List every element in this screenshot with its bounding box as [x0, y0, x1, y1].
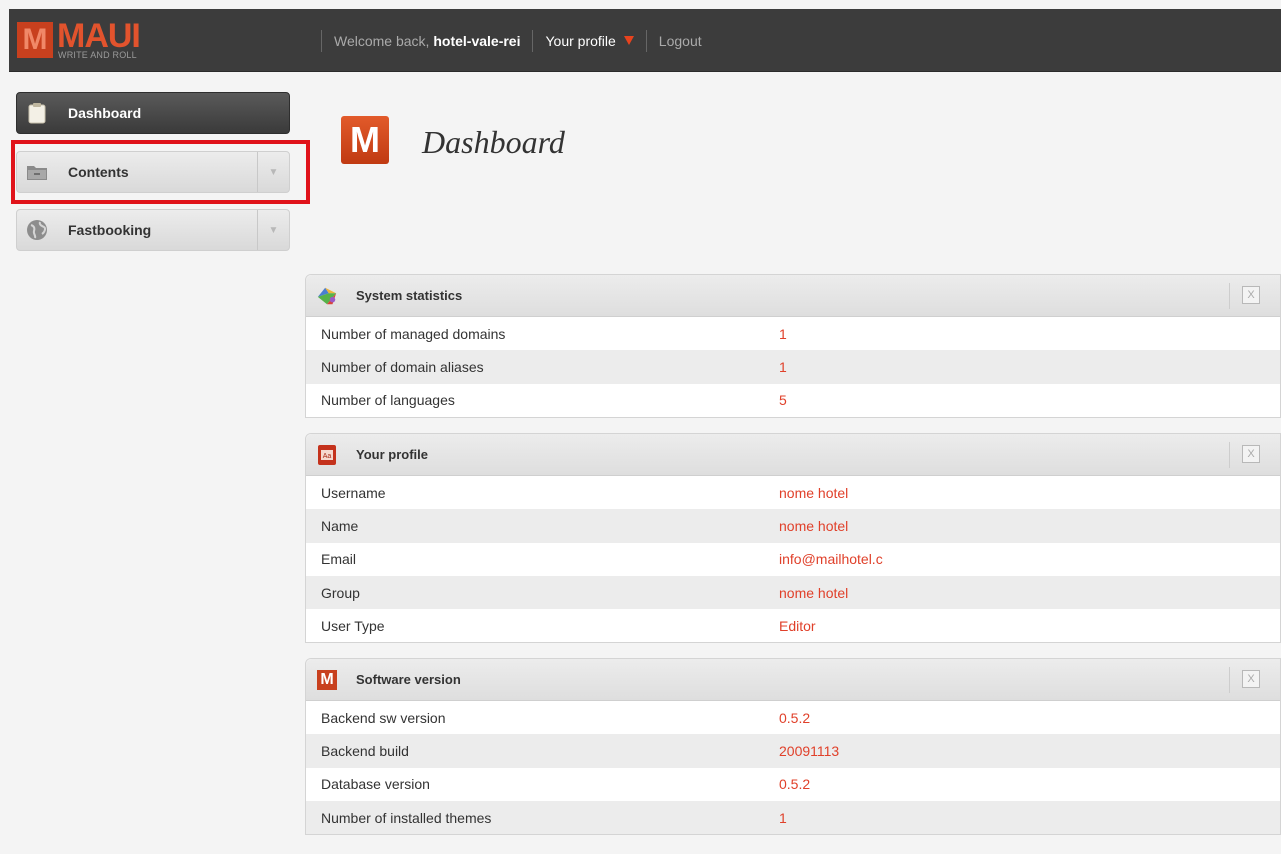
- icon-glyph: Aa: [323, 453, 332, 460]
- dropdown-triangle-icon: [623, 36, 634, 45]
- panel-title: Software version: [356, 672, 461, 687]
- row-value: 1: [779, 358, 787, 375]
- row-value: nome hotel: [779, 584, 849, 601]
- row-key: Name: [321, 517, 359, 534]
- welcome-username: hotel-vale-rei: [433, 32, 521, 49]
- system-statistics-panel: System statistics X Number of managed do…: [305, 274, 1281, 418]
- logo-word: MAUI: [57, 17, 141, 55]
- table-row: Number of managed domains 1: [306, 317, 1280, 350]
- nav-separator: [532, 29, 534, 52]
- panel-title: Your profile: [356, 447, 428, 462]
- logo-tagline: WRITE AND ROLL: [58, 50, 137, 60]
- page-title: Dashboard: [422, 124, 565, 160]
- row-value: Editor: [779, 617, 816, 634]
- sidebar-item-fastbooking[interactable]: Fastbooking ▼: [16, 209, 290, 251]
- software-version-panel: M Software version X Backend sw version 0…: [305, 658, 1281, 836]
- your-profile-label: Your profile: [545, 32, 616, 49]
- row-key: Backend sw version: [321, 709, 446, 726]
- row-value: 20091113: [779, 742, 840, 759]
- table-row: Username nome hotel: [306, 476, 1280, 509]
- row-value: 0.5.2: [779, 776, 811, 793]
- sidebar-item-label: Contents: [68, 164, 129, 180]
- row-value: 1: [779, 809, 787, 826]
- sidebar-item-contents[interactable]: Contents ▼: [16, 151, 290, 193]
- row-value: 0.5.2: [779, 709, 811, 726]
- maui-logo[interactable]: M MAUI WRITE AND ROLL: [17, 17, 177, 62]
- row-value: nome hotel: [779, 517, 849, 534]
- your-profile-panel: Aa Your profile X Username nome hotel Nam…: [305, 433, 1281, 644]
- logo-mark: M: [17, 22, 53, 58]
- top-bar: M MAUI WRITE AND ROLL Welcome back, hote…: [9, 9, 1281, 72]
- welcome-prefix: Welcome back,: [334, 32, 430, 49]
- table-row: Email info@mailhotel.c: [306, 543, 1280, 576]
- statistics-icon: [316, 285, 338, 307]
- header-divider: [1229, 283, 1230, 309]
- table-row: Backend build 20091113: [306, 734, 1280, 768]
- panel-header: System statistics X: [306, 275, 1280, 317]
- logout-link[interactable]: Logout: [659, 33, 702, 49]
- row-key: Username: [321, 484, 386, 501]
- welcome-text: Welcome back, hotel-vale-rei: [334, 33, 520, 49]
- row-key: Number of domain aliases: [321, 358, 484, 375]
- sidebar-item-label: Dashboard: [68, 105, 142, 121]
- folder-icon: [26, 161, 48, 183]
- address-book-icon: Aa: [316, 444, 338, 466]
- row-key: Email: [321, 551, 357, 568]
- table-row: User Type Editor: [306, 609, 1280, 642]
- nav-separator: [321, 29, 322, 52]
- table-row: Database version 0.5.2: [306, 768, 1280, 801]
- sidebar-item-label: Fastbooking: [68, 222, 152, 238]
- row-key: Backend build: [321, 742, 409, 759]
- close-icon[interactable]: X: [1242, 670, 1260, 688]
- panel-header: Aa Your profile X: [306, 434, 1280, 476]
- globe-icon: [26, 219, 48, 241]
- chevron-down-icon[interactable]: ▼: [257, 152, 289, 192]
- header-divider: [1229, 442, 1230, 468]
- close-icon[interactable]: X: [1242, 286, 1260, 304]
- row-key: User Type: [321, 617, 385, 634]
- panel-title: System statistics: [356, 288, 463, 303]
- table-row: Number of installed themes 1: [306, 800, 1280, 835]
- row-key: Group: [321, 584, 360, 601]
- page-title-logo-icon: M: [341, 116, 389, 164]
- maui-logo-icon: M: [316, 669, 338, 691]
- table-row: Backend sw version 0.5.2: [306, 701, 1280, 734]
- row-value: 1: [779, 325, 787, 342]
- row-value: info@mailhotel.c: [779, 551, 883, 568]
- header-divider: [1229, 667, 1230, 693]
- panel-header: M Software version X: [306, 659, 1280, 701]
- clipboard-icon: [26, 102, 48, 124]
- row-key: Number of managed domains: [321, 325, 506, 342]
- panel-rows: Number of managed domains 1 Number of dom…: [306, 317, 1280, 417]
- chevron-down-icon[interactable]: ▼: [257, 210, 289, 250]
- row-key: Database version: [321, 776, 430, 793]
- sidebar-item-dashboard[interactable]: Dashboard: [16, 92, 290, 134]
- table-row: Group nome hotel: [306, 575, 1280, 610]
- icon-glyph: M: [317, 669, 337, 690]
- panel-rows: Username nome hotel Name nome hotel Email i…: [306, 476, 1280, 642]
- row-value: 5: [779, 392, 787, 409]
- close-icon[interactable]: X: [1242, 445, 1260, 463]
- table-row: Name nome hotel: [306, 509, 1280, 543]
- nav-separator: [645, 29, 647, 52]
- row-key: Number of languages: [321, 392, 455, 409]
- panel-rows: Backend sw version 0.5.2 Backend build 200…: [306, 701, 1280, 835]
- table-row: Number of languages 5: [306, 384, 1280, 417]
- top-nav: Welcome back, hotel-vale-rei Your profil…: [309, 9, 702, 72]
- row-key: Number of installed themes: [321, 809, 492, 826]
- row-value: nome hotel: [779, 484, 849, 501]
- table-row: Number of domain aliases 1: [306, 350, 1280, 384]
- your-profile-menu[interactable]: Your profile: [545, 32, 634, 49]
